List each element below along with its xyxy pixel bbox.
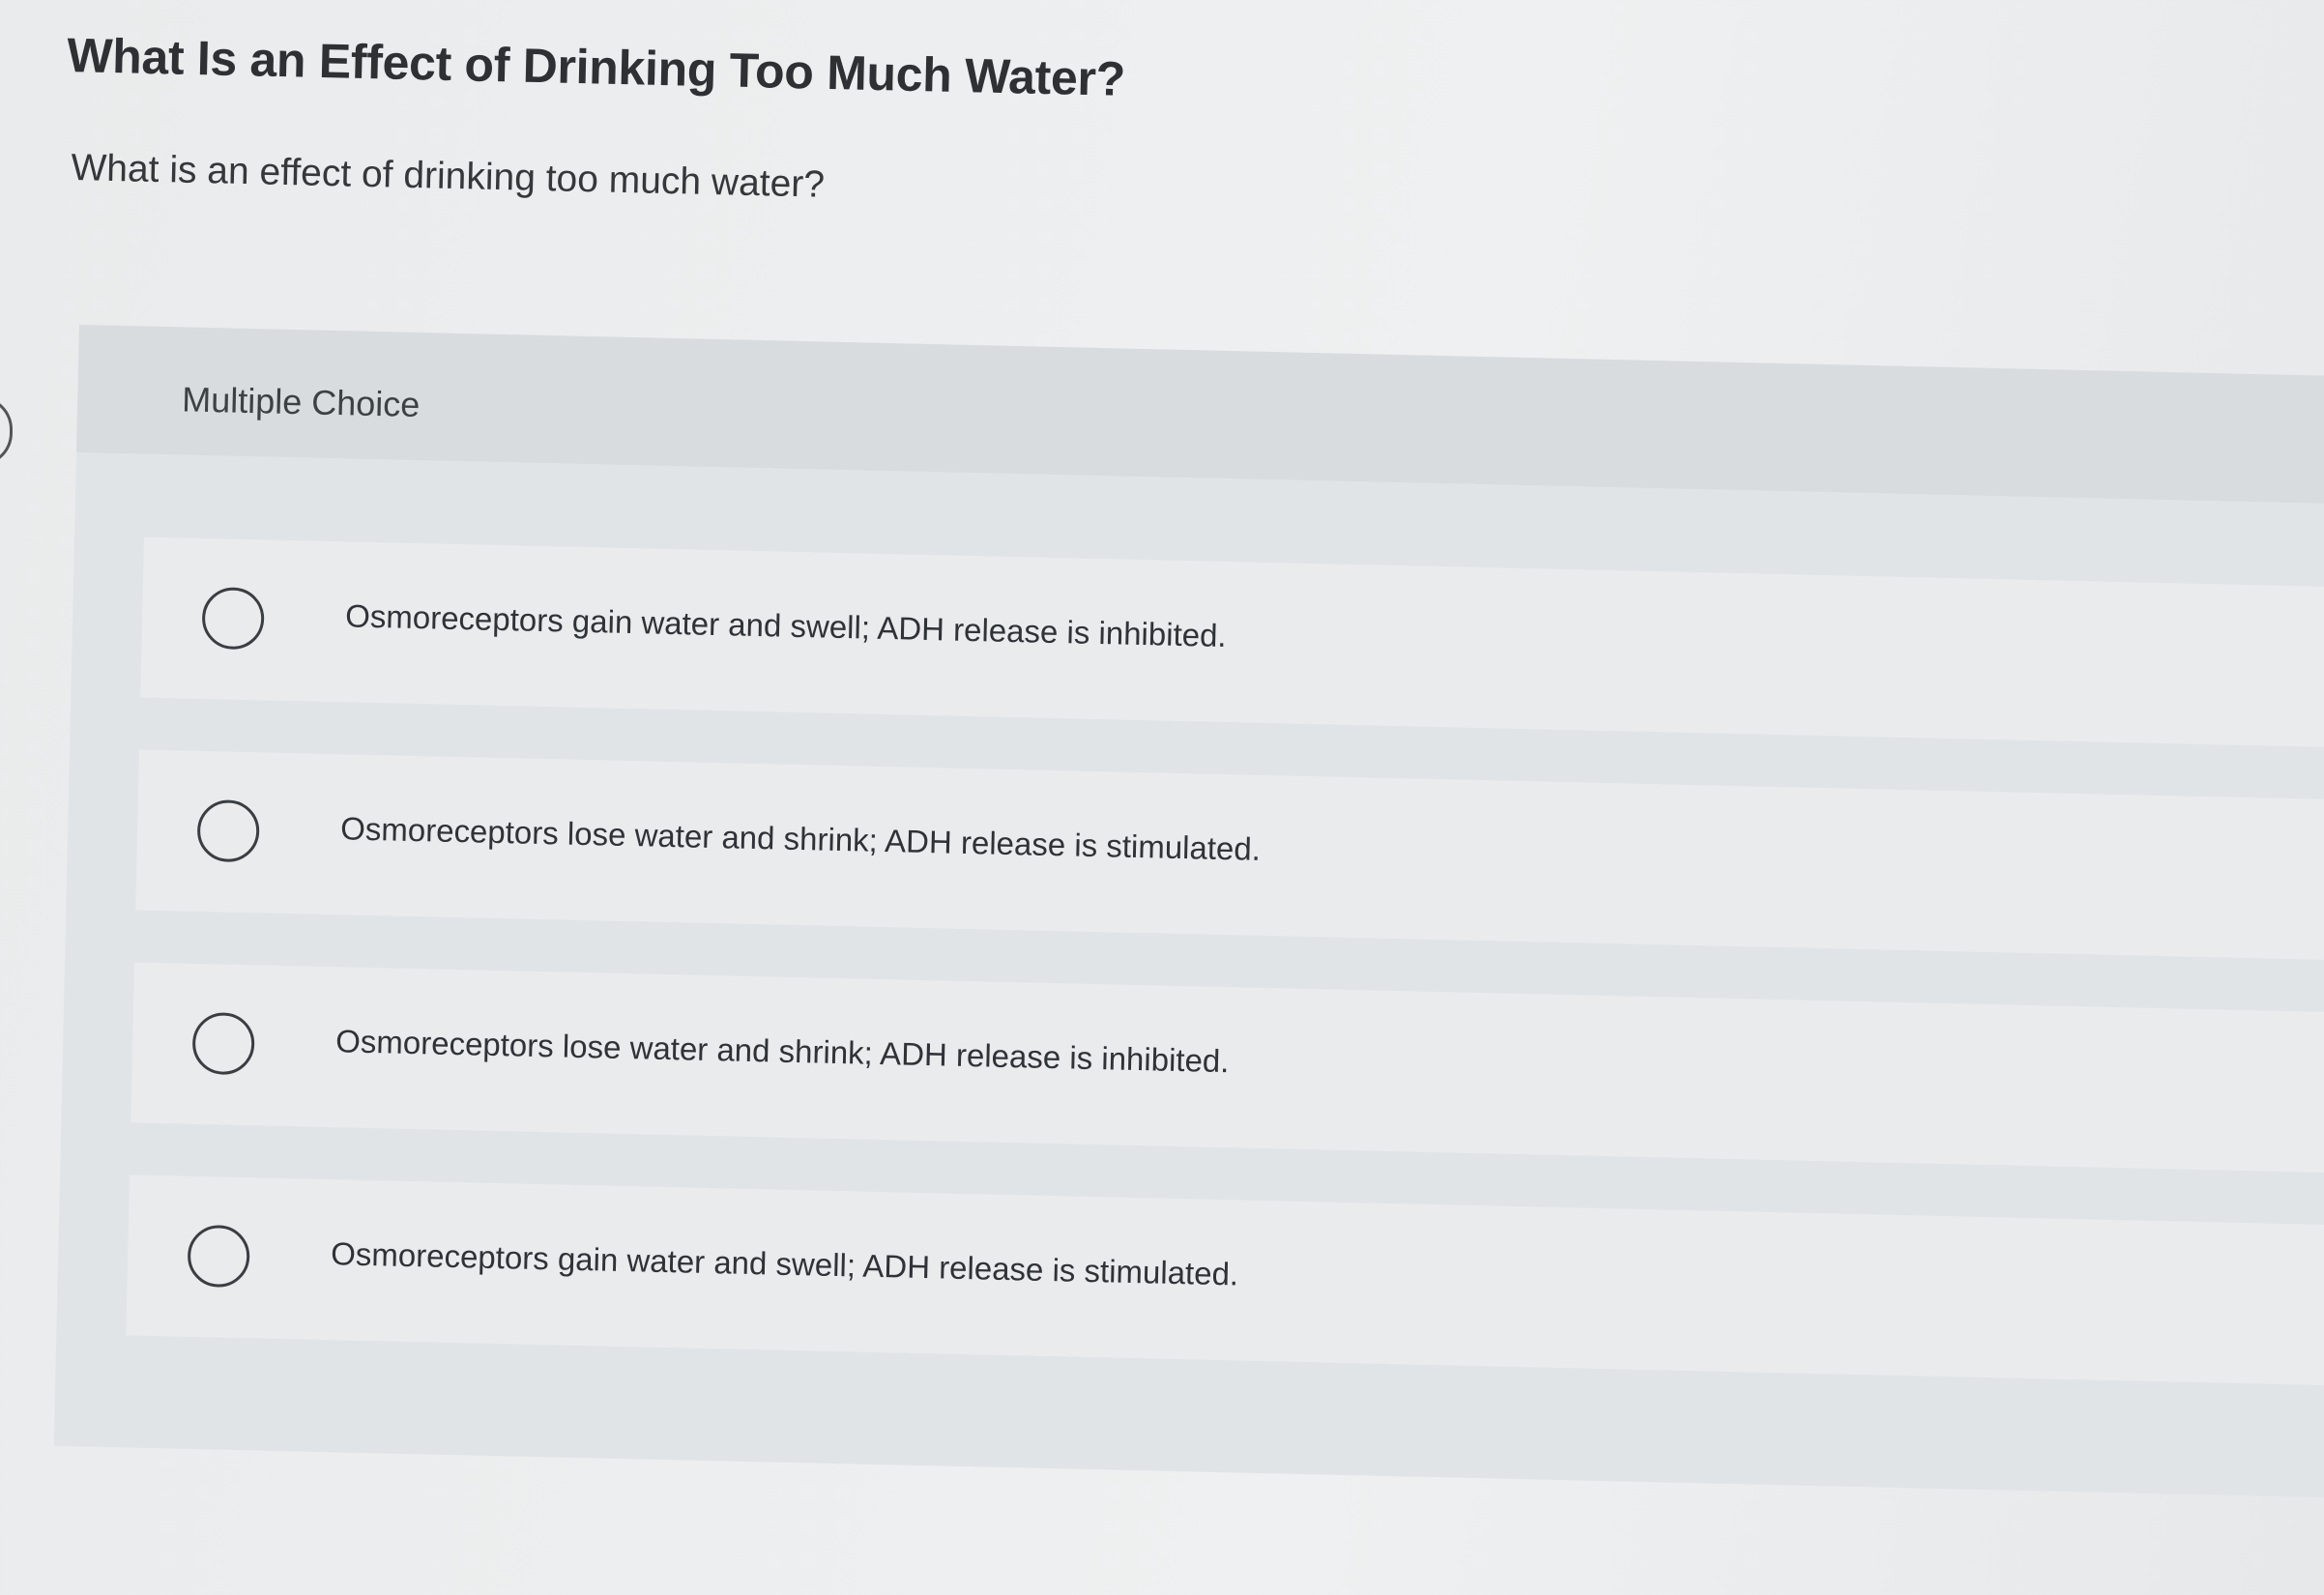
answer-option-1[interactable]: Osmoreceptors gain water and swell; ADH … xyxy=(140,536,2324,749)
answer-option-text: Osmoreceptors lose water and shrink; ADH… xyxy=(334,1023,1230,1080)
answer-option-text: Osmoreceptors gain water and swell; ADH … xyxy=(330,1235,1239,1292)
answer-option-text: Osmoreceptors gain water and swell; ADH … xyxy=(344,597,1228,653)
question-text: What is an effect of drinking too much w… xyxy=(71,147,826,206)
multiple-choice-header: Multiple Choice xyxy=(76,325,2324,506)
answer-option-2[interactable]: Osmoreceptors lose water and shrink; ADH… xyxy=(135,749,2324,962)
answer-option-4[interactable]: Osmoreceptors gain water and swell; ADH … xyxy=(126,1174,2324,1387)
answer-option-3[interactable]: Osmoreceptors lose water and shrink; ADH… xyxy=(131,962,2324,1174)
answer-option-text: Osmoreceptors lose water and shrink; ADH… xyxy=(339,810,1262,867)
radio-button[interactable] xyxy=(191,1011,255,1076)
multiple-choice-panel: Multiple Choice Osmoreceptors gain water… xyxy=(53,325,2324,1499)
radio-button[interactable] xyxy=(196,798,260,863)
page-title: What Is an Effect of Drinking Too Much W… xyxy=(66,27,1126,106)
answer-options: Osmoreceptors gain water and swell; ADH … xyxy=(125,536,2324,1439)
radio-button[interactable] xyxy=(187,1224,250,1289)
multiple-choice-label: Multiple Choice xyxy=(181,379,421,425)
radio-button[interactable] xyxy=(201,586,265,651)
edge-fragment xyxy=(0,396,13,466)
